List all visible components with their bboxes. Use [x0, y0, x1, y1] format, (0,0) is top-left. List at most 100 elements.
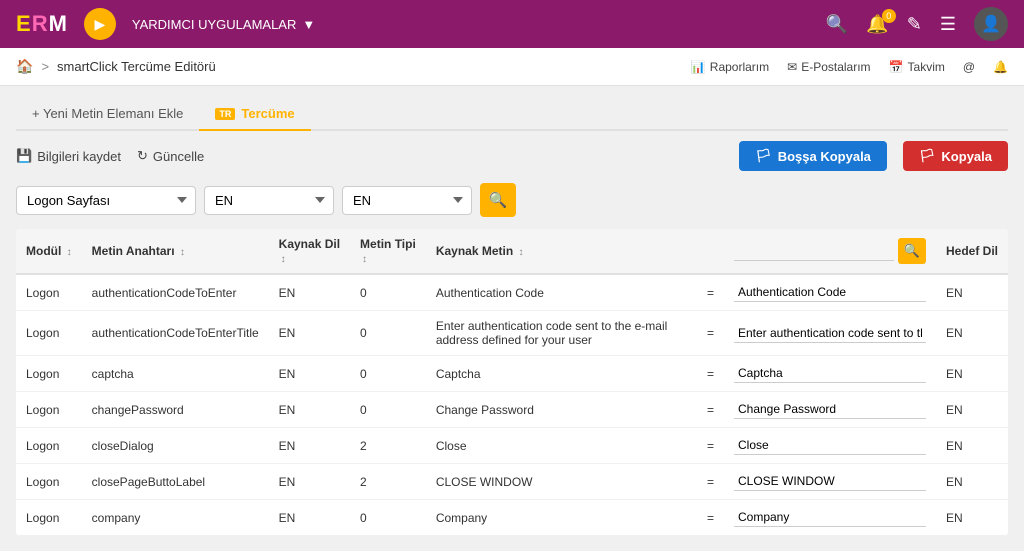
cell-metin-anahtari: authenticationCodeToEnterTitle: [82, 311, 269, 356]
chart-icon: 📊: [691, 60, 706, 74]
pencil-icon[interactable]: ✎: [907, 14, 922, 35]
cell-hedef-metin[interactable]: [724, 311, 936, 356]
hedef-metin-input[interactable]: [734, 400, 926, 419]
lang1-select[interactable]: EN: [204, 186, 334, 215]
cell-hedef-metin[interactable]: [724, 356, 936, 392]
yardimci-label: YARDIMCI UYGULAMALAR: [132, 17, 296, 32]
tab-yeni-label: + Yeni Metin Elemanı Ekle: [32, 106, 183, 121]
tercume-tab-icon: TR: [215, 108, 235, 120]
hedef-metin-input[interactable]: [734, 472, 926, 491]
cell-modul: Logon: [16, 392, 82, 428]
cell-metin-tipi: 0: [350, 392, 426, 428]
save-button[interactable]: 💾 Bilgileri kaydet: [16, 148, 121, 164]
cell-kaynak-dil: EN: [269, 464, 350, 500]
cell-hedef-dil: EN: [936, 274, 1008, 311]
bell-badge: 0: [882, 9, 896, 23]
hedef-search-input[interactable]: [734, 242, 894, 261]
cell-hedef-metin[interactable]: [724, 464, 936, 500]
sort-tipi-icon[interactable]: ↕: [362, 254, 367, 265]
table-row: Logon captcha EN 0 Captcha = EN: [16, 356, 1008, 392]
bossakopya-button[interactable]: 🏳 Boşşa Kopyala: [739, 141, 887, 171]
cell-metin-anahtari: authenticationCodeToEnter: [82, 274, 269, 311]
col-kaynak-dil: Kaynak Dil ↕: [269, 229, 350, 274]
hedef-metin-input[interactable]: [734, 364, 926, 383]
notification-icon[interactable]: 🔔: [993, 60, 1008, 74]
cell-kaynak-dil: EN: [269, 428, 350, 464]
cell-metin-anahtari: closeDialog: [82, 428, 269, 464]
cell-eq: =: [697, 428, 724, 464]
module-select[interactable]: Logon Sayfası: [16, 186, 196, 215]
sort-modul-icon[interactable]: ↕: [67, 247, 72, 258]
sort-metin-icon[interactable]: ↕: [180, 247, 185, 258]
calendar-icon: 📅: [889, 60, 904, 74]
cell-kaynak-metin: Company: [426, 500, 697, 536]
cell-kaynak-metin: Authentication Code: [426, 274, 697, 311]
cell-modul: Logon: [16, 274, 82, 311]
cell-eq: =: [697, 356, 724, 392]
table-row: Logon authenticationCodeToEnterTitle EN …: [16, 311, 1008, 356]
hedef-metin-input[interactable]: [734, 508, 926, 527]
cell-hedef-metin[interactable]: [724, 500, 936, 536]
search-icon[interactable]: 🔍: [826, 14, 848, 35]
sort-kaynak-dil-icon[interactable]: ↕: [281, 254, 286, 265]
cell-metin-tipi: 0: [350, 311, 426, 356]
nav-icons-group: 🔍 🔔 0 ✎ ☰ 👤: [826, 7, 1008, 41]
lang2-select[interactable]: EN: [342, 186, 472, 215]
cell-hedef-metin[interactable]: [724, 428, 936, 464]
cell-hedef-dil: EN: [936, 500, 1008, 536]
tab-tercume[interactable]: TR Tercüme: [199, 98, 310, 131]
cell-eq: =: [697, 464, 724, 500]
tab-yeni[interactable]: + Yeni Metin Elemanı Ekle: [16, 98, 199, 129]
refresh-button[interactable]: ↻ Güncelle: [137, 148, 204, 164]
hedef-search-button[interactable]: 🔍: [898, 238, 926, 264]
raporlarim-action[interactable]: 📊 Raporlarım: [691, 60, 769, 74]
cell-hedef-dil: EN: [936, 356, 1008, 392]
cell-metin-tipi: 0: [350, 356, 426, 392]
cell-hedef-dil: EN: [936, 311, 1008, 356]
breadcrumb-actions: 📊 Raporlarım ✉ E-Postalarım 📅 Takvim @ 🔔: [691, 60, 1008, 74]
bell-icon[interactable]: 🔔 0: [866, 14, 888, 35]
cell-kaynak-dil: EN: [269, 500, 350, 536]
yardimci-menu[interactable]: YARDIMCI UYGULAMALAR ▼: [132, 17, 315, 32]
cell-hedef-metin[interactable]: [724, 274, 936, 311]
bossakopya-flag-icon: 🏳: [755, 148, 772, 164]
filter-row: Logon Sayfası EN EN 🔍: [16, 183, 1008, 217]
cell-modul: Logon: [16, 356, 82, 392]
cell-modul: Logon: [16, 311, 82, 356]
toolbar-row: 💾 Bilgileri kaydet ↻ Güncelle 🏳 Boşşa Ko…: [16, 141, 1008, 171]
cell-metin-tipi: 2: [350, 428, 426, 464]
user-avatar[interactable]: 👤: [974, 7, 1008, 41]
menu-icon[interactable]: ☰: [940, 14, 956, 35]
table-row: Logon closeDialog EN 2 Close = EN: [16, 428, 1008, 464]
table-row: Logon company EN 0 Company = EN: [16, 500, 1008, 536]
hedef-metin-input[interactable]: [734, 283, 926, 302]
cell-eq: =: [697, 311, 724, 356]
play-button[interactable]: ▶: [84, 8, 116, 40]
sort-kaynak-metin-icon[interactable]: ↕: [519, 247, 524, 258]
breadcrumb-crumb: smartClick Tercüme Editörü: [57, 59, 216, 74]
at-icon[interactable]: @: [963, 60, 975, 74]
hedef-metin-input[interactable]: [734, 436, 926, 455]
cell-kaynak-metin: Captcha: [426, 356, 697, 392]
takvim-action[interactable]: 📅 Takvim: [889, 60, 945, 74]
hedef-metin-input[interactable]: [734, 324, 926, 343]
hedef-search-icon: 🔍: [904, 243, 920, 259]
cell-hedef-metin[interactable]: [724, 392, 936, 428]
cell-metin-anahtari: changePassword: [82, 392, 269, 428]
email-icon: ✉: [787, 60, 797, 74]
filter-search-button[interactable]: 🔍: [480, 183, 516, 217]
app-logo: ERM: [16, 11, 68, 37]
search-icon: 🔍: [489, 191, 508, 209]
cell-metin-tipi: 0: [350, 500, 426, 536]
kopya-flag-icon: 🏳: [919, 148, 936, 164]
cell-modul: Logon: [16, 464, 82, 500]
cell-hedef-dil: EN: [936, 428, 1008, 464]
cell-modul: Logon: [16, 428, 82, 464]
epostalarim-action[interactable]: ✉ E-Postalarım: [787, 60, 870, 74]
kopya-button[interactable]: 🏳 Kopyala: [903, 141, 1008, 171]
refresh-label: Güncelle: [153, 149, 204, 164]
cell-kaynak-dil: EN: [269, 392, 350, 428]
home-icon[interactable]: 🏠: [16, 58, 33, 75]
cell-eq: =: [697, 274, 724, 311]
cell-hedef-dil: EN: [936, 464, 1008, 500]
